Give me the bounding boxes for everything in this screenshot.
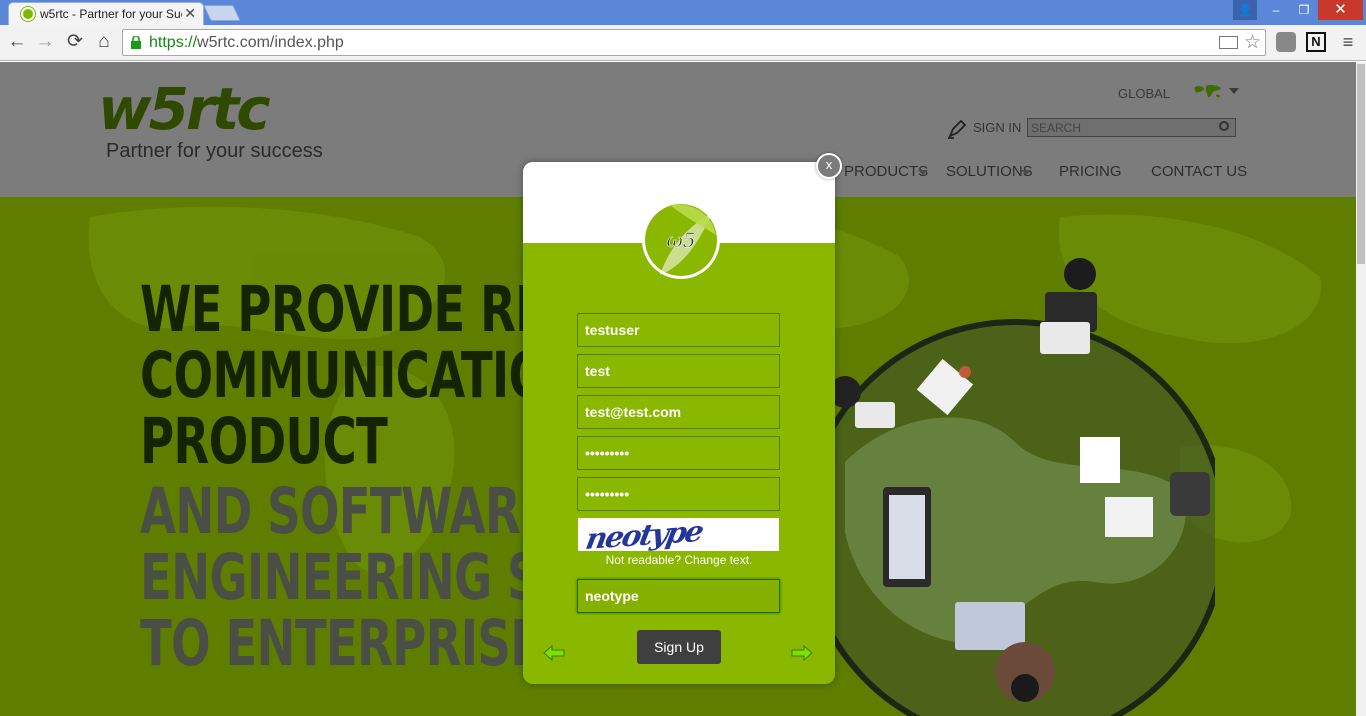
search-input[interactable]: SEARCH (1027, 118, 1236, 137)
scrollbar-thumb[interactable] (1357, 64, 1365, 264)
browser-tab[interactable]: w5rtc - Partner for your Success ✕ (8, 2, 204, 25)
captcha-image: neotype (578, 514, 779, 556)
pen-sign-in-icon[interactable] (946, 118, 968, 140)
hero-line-3: PRODUCT (140, 405, 388, 478)
nav-solutions[interactable]: SOLUTIONS (946, 163, 1033, 180)
user-icon[interactable]: 👤 (1233, 0, 1257, 20)
modal-logo-text: ω5 (666, 228, 695, 252)
username-field[interactable]: testuser (577, 313, 780, 347)
forward-button[interactable]: → (34, 31, 56, 53)
bookmark-star-icon[interactable]: ☆ (1244, 31, 1261, 54)
name-field[interactable]: test (577, 354, 780, 388)
arrow-left-icon[interactable] (543, 645, 565, 661)
home-button[interactable]: ⌂ (93, 31, 115, 53)
signup-modal: ω5 testuser test test@test.com •••••••••… (523, 162, 835, 684)
sign-in-link[interactable]: SIGN IN (973, 120, 1021, 135)
site-logo[interactable]: w5rtc Partner for your success (98, 75, 323, 163)
url-text: https://w5rtc.com/index.php (149, 34, 344, 52)
lock-icon (131, 36, 141, 49)
search-icon[interactable] (1219, 121, 1229, 131)
new-tab-button[interactable] (203, 5, 241, 21)
email-field[interactable]: test@test.com (577, 395, 780, 429)
browser-toolbar: ← → ⟳ ⌂ https://w5rtc.com/index.php ☆ N … (0, 25, 1366, 61)
products-chevron-icon[interactable] (918, 170, 928, 175)
nav-pricing[interactable]: PRICING (1059, 163, 1122, 180)
address-bar[interactable]: https://w5rtc.com/index.php ☆ (122, 29, 1266, 56)
close-modal-button[interactable]: x (816, 153, 842, 179)
nav-products[interactable]: PRODUCTS (844, 163, 928, 180)
extension-icon[interactable] (1276, 32, 1296, 52)
captcha-input[interactable]: neotype (577, 579, 780, 613)
global-label[interactable]: GLOBAL (1118, 86, 1170, 101)
arrow-right-icon[interactable] (791, 645, 813, 661)
maximize-button[interactable]: ❐ (1290, 0, 1318, 20)
world-map-icon[interactable] (1193, 84, 1223, 100)
hero-line-4: AND SOFTWARE (140, 475, 552, 548)
reload-button[interactable]: ⟳ (64, 31, 86, 53)
tab-close-icon[interactable]: ✕ (184, 5, 196, 22)
logo-tagline: Partner for your success (106, 140, 323, 162)
close-window-button[interactable]: ✕ (1318, 0, 1363, 20)
browser-titlebar: w5rtc - Partner for your Success ✕ 👤 – ❐… (0, 0, 1366, 25)
page-viewport: WE PROVIDE REAL COMMUNICATION PRODUCT AN… (0, 62, 1356, 716)
chevron-down-icon[interactable] (1229, 88, 1239, 94)
logo-wordmark: w5rtc (98, 75, 271, 143)
nav-contact-us[interactable]: CONTACT US (1151, 163, 1247, 180)
confirm-password-field[interactable]: ••••••••• (577, 477, 780, 511)
url-path: w5rtc.com/index.php (197, 34, 344, 51)
camera-icon[interactable] (1219, 36, 1238, 49)
favicon-icon (21, 7, 35, 21)
hero-line-6: TO ENTERPRISES (140, 607, 575, 680)
tab-title: w5rtc - Partner for your Success (40, 7, 182, 21)
w5-logo-icon: ω5 (642, 201, 720, 279)
solutions-chevron-icon[interactable] (1021, 170, 1031, 175)
team-globe-illustration (815, 258, 1215, 716)
hero-line-2: COMMUNICATION (140, 339, 586, 412)
page-scrollbar[interactable] (1356, 62, 1366, 716)
browser-menu-icon[interactable]: ≡ (1339, 32, 1357, 52)
extension-n-icon[interactable]: N (1306, 32, 1326, 52)
back-button[interactable]: ← (6, 31, 28, 53)
minimize-button[interactable]: – (1262, 0, 1290, 20)
search-placeholder: SEARCH (1031, 121, 1082, 135)
sign-up-button[interactable]: Sign Up (637, 630, 721, 664)
captcha-text: neotype (583, 514, 705, 556)
url-scheme: https:// (149, 34, 198, 51)
password-field[interactable]: ••••••••• (577, 436, 780, 470)
change-captcha-link[interactable]: Not readable? Change text. (523, 553, 835, 567)
